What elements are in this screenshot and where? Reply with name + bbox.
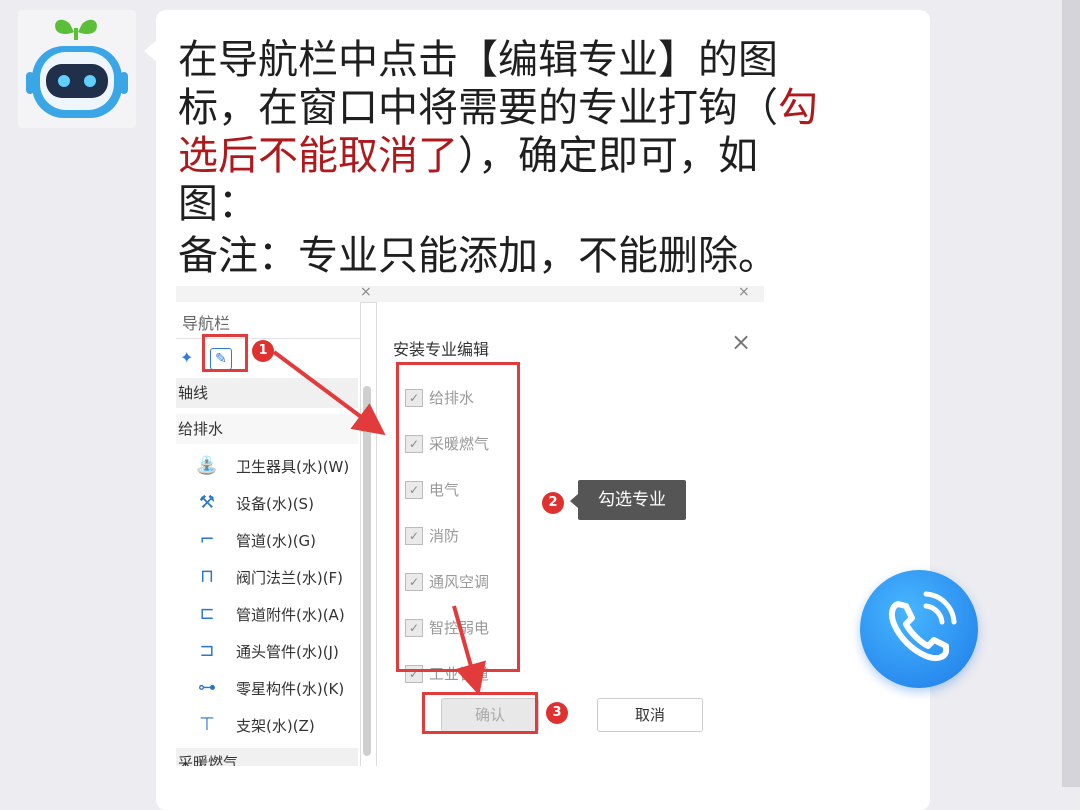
message-line-3: ），确定即可，如 — [458, 133, 758, 179]
note-text: 备注：专业只能添加，不能删除。 — [178, 233, 778, 279]
phone-call-icon — [888, 591, 957, 662]
message-line-4: 图： — [178, 181, 258, 227]
message-line-2-red: 勾 — [778, 85, 818, 131]
message-line-1: 在导航栏中点击【编辑专业】的图 — [178, 37, 778, 83]
annotation-arrows — [272, 350, 486, 696]
message-line-3-red: 选后不能取消了 — [178, 133, 458, 179]
message-text: 在导航栏中点击【编辑专业】的图 标，在窗口中将需要的专业打钩（勾 选后不能取消了… — [178, 36, 878, 228]
embedded-screenshot: × × 导航栏 ✦ ✎ 轴线 给排水 ⛲ 卫生器具(水)(W) ⚒ 设备(水)(… — [176, 286, 764, 766]
arrow-to-dialog — [272, 350, 386, 436]
arrow-to-confirm — [452, 605, 486, 696]
bot-avatar[interactable] — [18, 10, 136, 128]
message-line-2: 标，在窗口中将需要的专业打钩（ — [178, 85, 778, 131]
phone-call-button[interactable] — [860, 570, 978, 688]
right-edge-strip — [1062, 0, 1080, 787]
